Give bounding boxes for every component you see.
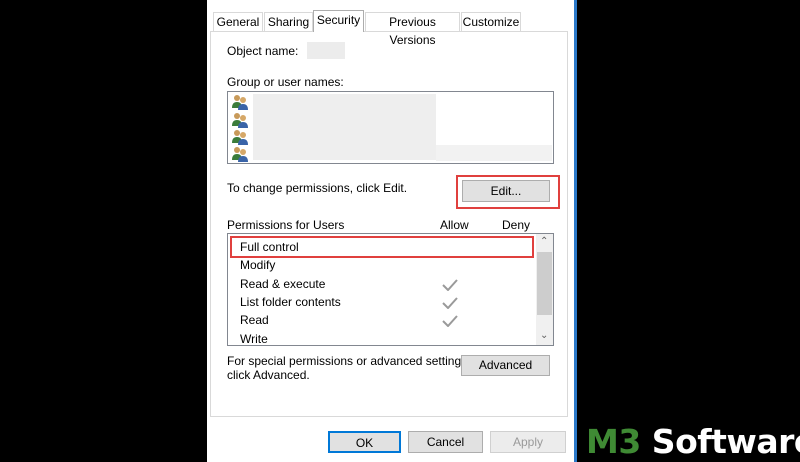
permission-name: List folder contents: [240, 295, 341, 309]
edit-button[interactable]: Edit...: [462, 180, 550, 202]
tab-sharing[interactable]: Sharing: [264, 12, 313, 31]
special-permissions-text: For special permissions or advanced sett…: [227, 354, 471, 368]
checkmark-icon: [442, 297, 458, 309]
cancel-button[interactable]: Cancel: [408, 431, 483, 453]
user-group-icon: [232, 130, 248, 145]
user-group-icon: [232, 147, 248, 162]
object-name-value: [307, 42, 345, 59]
permission-name: Write: [240, 332, 268, 346]
permission-name: Read: [240, 313, 269, 327]
allow-header: Allow: [440, 218, 469, 232]
deny-header: Deny: [502, 218, 531, 232]
full-control-highlight: [230, 236, 534, 258]
permission-name: Modify: [240, 258, 276, 272]
ok-button[interactable]: OK: [328, 431, 401, 453]
tab-customize[interactable]: Customize: [461, 12, 521, 31]
scrollbar-thumb[interactable]: [537, 252, 552, 315]
redacted-user-names: [436, 145, 552, 161]
object-name-label: Object name:: [227, 44, 299, 58]
tab-security[interactable]: Security: [313, 10, 364, 32]
scroll-up-icon[interactable]: ⌃: [540, 236, 548, 247]
user-group-icon: [232, 113, 248, 128]
redacted-user-names: [253, 94, 436, 160]
user-group-icon: [232, 95, 248, 110]
permission-name: Read & execute: [240, 277, 326, 291]
checkmark-icon: [442, 315, 458, 327]
tab-previous-versions[interactable]: Previous Versions: [365, 12, 460, 47]
group-names-label: Group or user names:: [227, 75, 344, 89]
permissions-label: Permissions for Users: [227, 218, 345, 232]
special-permissions-text: click Advanced.: [227, 368, 310, 382]
advanced-button[interactable]: Advanced: [461, 355, 550, 376]
tab-general[interactable]: General: [213, 12, 263, 31]
scroll-down-icon[interactable]: ⌄: [540, 330, 548, 341]
change-permissions-text: To change permissions, click Edit.: [227, 181, 408, 195]
logo-software: Software: [640, 422, 800, 461]
checkmark-icon: [442, 279, 458, 291]
window-border: [574, 0, 577, 462]
apply-button[interactable]: Apply: [490, 431, 566, 453]
logo-m3: M3: [586, 422, 641, 461]
m3-software-logo: M3 Software: [586, 424, 800, 460]
